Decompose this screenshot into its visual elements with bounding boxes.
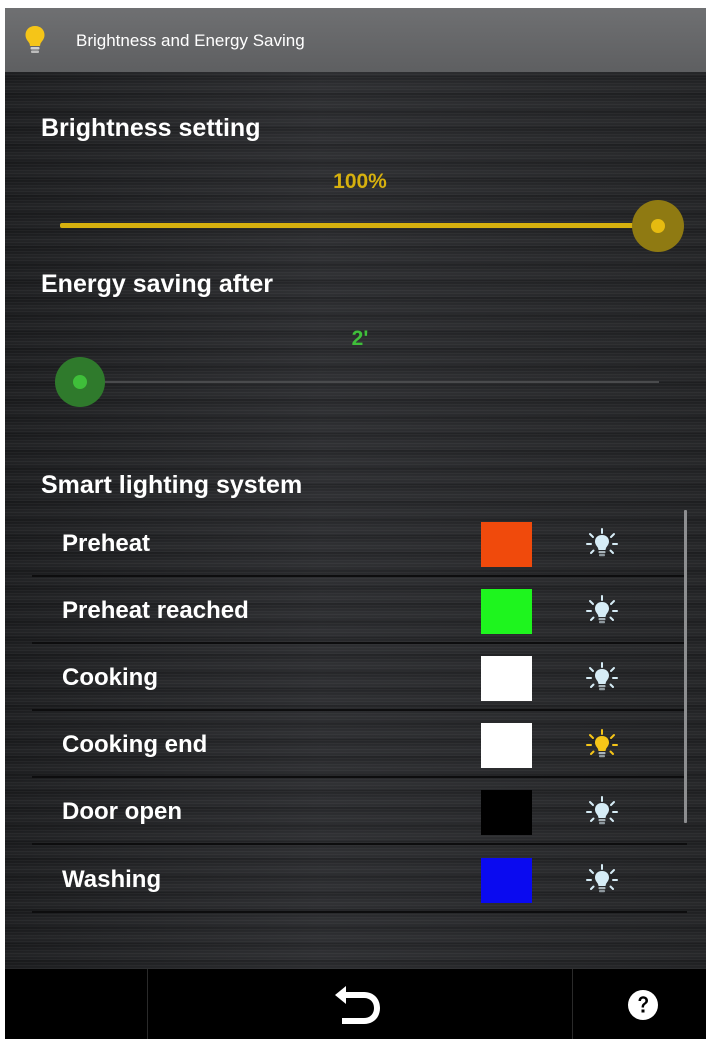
screen: Brightness and Energy Saving Brightness … [5,8,706,1039]
list-item[interactable]: Door open [32,778,687,845]
scrollbar[interactable] [684,510,687,823]
color-swatch[interactable] [481,858,532,903]
brightness-heading: Brightness setting [41,114,261,142]
lighting-item-label: Washing [62,866,162,893]
brightness-slider-track[interactable] [60,223,640,228]
energy-saving-slider-track[interactable] [83,381,659,383]
nav-separator [572,969,573,1039]
list-item[interactable]: Washing [32,846,687,913]
help-icon[interactable] [627,989,659,1021]
lighting-item-label: Cooking end [62,731,208,758]
bulb-icon[interactable] [585,594,619,628]
lighting-item-label: Door open [62,798,182,825]
lighting-item-label: Preheat [62,530,151,557]
energy-saving-value: 2' [351,327,369,350]
brightness-thumb-dot [651,219,665,233]
bulb-icon[interactable] [585,527,619,561]
bulb-icon[interactable] [585,795,619,829]
list-item[interactable]: Preheat reached [32,577,687,644]
page-title: Brightness and Energy Saving [76,31,305,50]
lightbulb-icon [25,26,45,53]
smart-lighting-heading: Smart lighting system [41,471,303,499]
list-item[interactable]: Cooking [32,644,687,711]
bulb-icon[interactable] [585,863,619,897]
brightness-value: 100% [333,170,387,193]
color-swatch[interactable] [481,522,532,567]
energy-saving-heading: Energy saving after [41,270,274,298]
bottom-nav-bar [5,969,706,1039]
energy-saving-slider-thumb[interactable] [55,357,105,407]
bulb-icon[interactable] [585,661,619,695]
lighting-item-label: Preheat reached [62,597,249,624]
nav-left-slot [5,969,147,1039]
nav-separator [147,969,148,1039]
lighting-item-label: Cooking [62,664,158,691]
color-swatch[interactable] [481,589,532,634]
energy-thumb-dot [73,375,87,389]
list-item[interactable]: Cooking end [32,711,687,778]
list-item[interactable]: Preheat [32,510,687,577]
color-swatch[interactable] [481,723,532,768]
color-swatch[interactable] [481,656,532,701]
title-bar: Brightness and Energy Saving [5,8,706,72]
bulb-icon[interactable] [585,728,619,762]
divider [32,843,687,845]
color-swatch[interactable] [481,790,532,835]
back-arrow-icon[interactable] [330,982,384,1028]
divider [32,911,687,913]
brightness-slider-thumb[interactable] [632,200,684,252]
